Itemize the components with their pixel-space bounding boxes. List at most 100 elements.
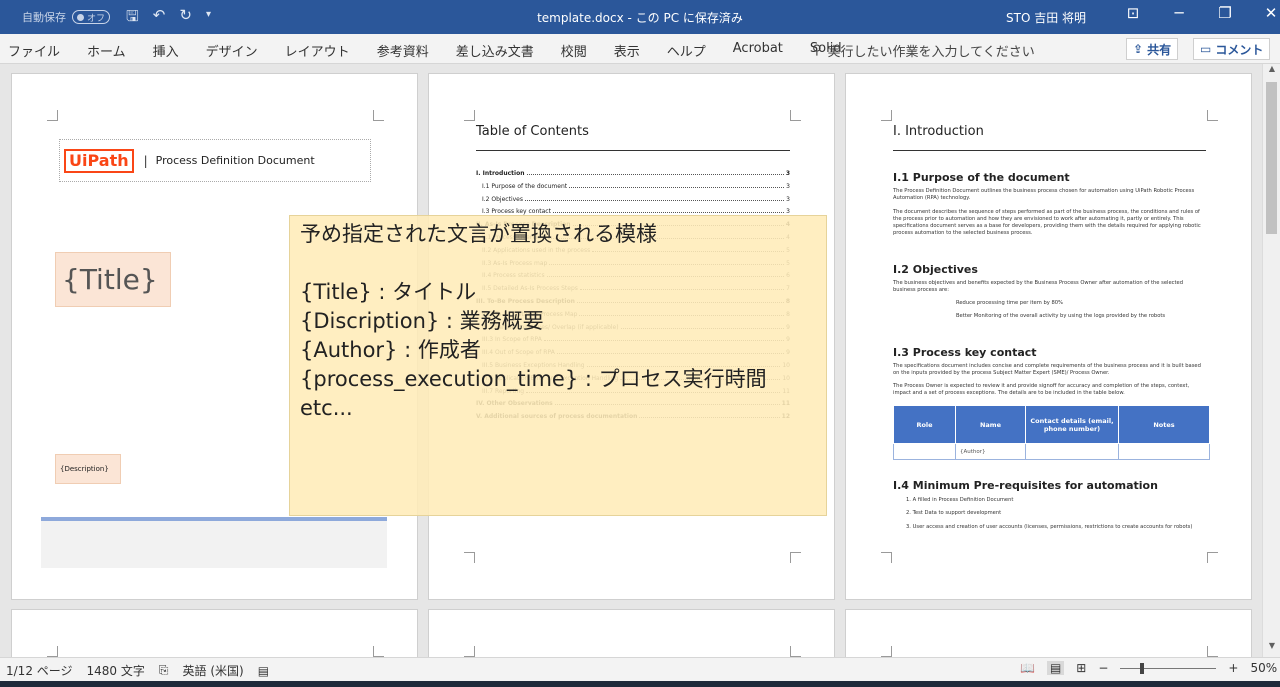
annotation-heading: 予め指定された文言が置換される模様 [300, 222, 657, 246]
crop-mark [790, 110, 801, 121]
toc-page-number: 3 [786, 182, 790, 190]
contact-table[interactable]: Role Name Contact details (email, phone … [893, 405, 1210, 460]
title-placeholder[interactable]: {Title} [55, 252, 171, 307]
numbered-item: 1. A filled in Process Definition Docume… [906, 497, 1014, 503]
scroll-down-icon[interactable]: ▼ [1263, 641, 1280, 657]
subsection-heading: I.2 Objectives [893, 263, 978, 276]
crop-mark [881, 646, 892, 657]
toc-entry-text: I. Introduction [476, 170, 525, 177]
ribbon-tab[interactable]: ヘルプ [667, 41, 706, 60]
read-mode-icon[interactable]: 📖 [1020, 661, 1035, 675]
toc-entry-text: I.1 Purpose of the document [482, 182, 568, 190]
crop-mark [47, 646, 58, 657]
ribbon-tab[interactable]: Acrobat [733, 41, 783, 60]
scroll-thumb[interactable] [1266, 82, 1277, 234]
header-separator: | [143, 153, 148, 168]
language[interactable]: 英語 (米国) [183, 662, 244, 679]
bullet-item: Better Monitoring of the overall activit… [956, 313, 1166, 319]
description-placeholder[interactable]: {Description} [55, 454, 121, 484]
page-5[interactable] [428, 609, 835, 657]
paragraph: The business objectives and benefits exp… [893, 280, 1184, 293]
table-cell[interactable] [1025, 443, 1119, 460]
toc-title: Table of Contents [476, 124, 589, 139]
crop-mark [464, 110, 475, 121]
comment-icon: ▭ [1200, 42, 1212, 56]
title-bar: 自動保存 オフ 🖫 ↶ ↻ ▾ template.docx - この PC に保… [0, 0, 1280, 34]
close-icon[interactable]: ✕ [1248, 4, 1280, 22]
ribbon-tabs: ファイル ホーム 挿入 デザイン レイアウト 参考資料 差し込み文書 校閲 表示 ヘルプ Acrob… [0, 34, 1280, 64]
ribbon-tab[interactable]: 表示 [614, 41, 640, 60]
crop-mark [373, 110, 384, 121]
toc-leader [552, 208, 785, 214]
paragraph: The Process Owner is expected to review … [893, 383, 1190, 396]
ribbon-tab[interactable]: デザイン [206, 41, 258, 60]
share-button[interactable]: ⇪ 共有 [1126, 38, 1179, 60]
crop-mark [790, 646, 801, 657]
crop-mark [881, 110, 892, 121]
comment-label: コメント [1215, 42, 1264, 57]
ribbon-display-options-icon[interactable]: ⊡ [1110, 4, 1156, 22]
crop-mark [1207, 110, 1218, 121]
crop-mark [881, 552, 892, 563]
toc-entry[interactable]: I. Introduction 3 [476, 170, 790, 177]
table-header: Role [893, 405, 956, 444]
minimize-icon[interactable]: ─ [1156, 4, 1202, 22]
print-layout-icon[interactable]: ▤ [1046, 661, 1065, 675]
uipath-logo: UiPath [64, 148, 134, 173]
status-bar: 1/12 ページ 1480 文字 ⎘ 英語 (米国) ▤ 📖 ▤ ⊞ − + 5… [0, 657, 1280, 681]
paragraph: The Process Definition Document outlines… [893, 188, 1195, 201]
annotation-note: 予め指定された文言が置換される模様 {Title} : タイトル {Discri… [289, 215, 827, 516]
toc-entry[interactable]: I.2 Objectives 3 [482, 196, 790, 203]
proofing-icon[interactable]: ⎘ [159, 663, 169, 678]
macro-icon[interactable]: ▤ [258, 664, 269, 678]
table-cell[interactable] [893, 443, 956, 460]
share-label: 共有 [1147, 42, 1172, 57]
annotation-gap [300, 249, 816, 278]
numbered-item: 3. User access and creation of user acco… [906, 524, 1193, 530]
annotation-line: {Title} : タイトル [300, 280, 477, 304]
ribbon-tab[interactable]: 参考資料 [377, 41, 429, 60]
ribbon-tab[interactable]: 差し込み文書 [456, 41, 534, 60]
ribbon-tab[interactable]: レイアウト [285, 41, 350, 60]
table-row[interactable]: {Author} [893, 443, 1210, 460]
section-heading: I. Introduction [893, 124, 984, 139]
ribbon-tab[interactable]: ファイル [8, 41, 60, 60]
scroll-up-icon[interactable]: ▲ [1263, 64, 1280, 80]
zoom-slider[interactable] [1120, 662, 1217, 674]
zoom-in-button[interactable]: + [1228, 661, 1238, 675]
tell-me-search[interactable]: ⚲ 実行したい作業を入力してください [812, 41, 1035, 60]
numbered-item: 2. Test Data to support development [906, 510, 1002, 516]
zoom-level[interactable]: 50% [1250, 661, 1277, 675]
ribbon-tab[interactable]: 校閲 [561, 41, 587, 60]
logo-text: UiPath [69, 150, 129, 170]
toc-leader [524, 196, 785, 201]
paragraph: The specifications document includes con… [893, 363, 1201, 376]
ribbon-tab[interactable]: 挿入 [153, 41, 179, 60]
table-header: Name [955, 405, 1026, 444]
restore-icon[interactable]: ❐ [1202, 4, 1248, 22]
annotation-line: etc... [300, 396, 353, 420]
zoom-slider-knob[interactable] [1140, 662, 1145, 674]
word-count[interactable]: 1480 文字 [87, 662, 145, 679]
comment-button[interactable]: ▭ コメント [1193, 38, 1271, 60]
crop-mark [1207, 552, 1218, 563]
crop-mark [464, 552, 475, 563]
table-cell[interactable] [1118, 443, 1210, 460]
page-3[interactable]: I. Introduction I.1 Purpose of the docum… [845, 73, 1252, 600]
zoom-out-button[interactable]: − [1098, 661, 1108, 675]
user-name[interactable]: STO 吉田 将明 [1006, 9, 1086, 26]
web-layout-icon[interactable]: ⊞ [1076, 661, 1086, 675]
vertical-scrollbar[interactable]: ▲ ▼ [1262, 64, 1280, 657]
window-controls: ⊡ ─ ❐ ✕ [1110, 4, 1280, 22]
page-6[interactable] [845, 609, 1252, 657]
paragraph: The document describes the sequence of s… [893, 209, 1201, 236]
ribbon-tab[interactable]: ホーム [87, 41, 126, 60]
page-header[interactable]: UiPath | Process Definition Document [59, 139, 371, 182]
page-4[interactable] [11, 609, 418, 657]
toc-entry-text: I.2 Objectives [482, 195, 523, 203]
author-cell[interactable]: {Author} [955, 443, 1026, 460]
taskbar [0, 681, 1280, 687]
subsection-heading: I.3 Process key contact [893, 346, 1037, 359]
toc-entry[interactable]: I.1 Purpose of the document 3 [482, 183, 790, 190]
page-count[interactable]: 1/12 ページ [6, 662, 73, 679]
